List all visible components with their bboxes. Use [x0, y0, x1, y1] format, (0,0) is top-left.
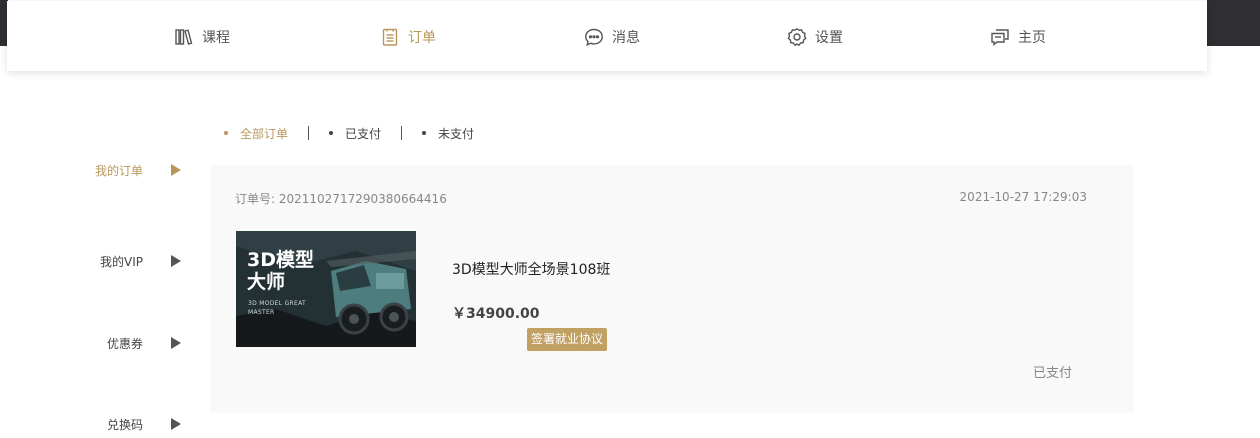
order-price: ￥34900.00 — [452, 306, 540, 322]
bullet-dot — [329, 131, 334, 135]
books-icon — [175, 29, 193, 45]
nav-label: 设置 — [815, 30, 843, 46]
order-number-value: 20211027172903806644​16 — [278, 192, 447, 206]
filter-all-orders[interactable]: 全部订单 — [224, 125, 288, 142]
play-arrow-icon — [171, 337, 181, 349]
divider — [308, 126, 310, 140]
filter-label: 全部订单 — [240, 126, 289, 141]
filter-label: 未支付 — [438, 126, 475, 141]
order-filter-tabs: 全部订单 已支付 未支付 — [224, 124, 474, 142]
play-arrow-icon — [171, 164, 181, 176]
thumbnail-title: 3D模型 大师 — [247, 249, 327, 293]
sidebar-item-label: 优惠券 — [106, 337, 143, 351]
payment-status: 已支付 — [1032, 366, 1072, 381]
sidebar-item-redeem-code[interactable]: 兑换码 — [0, 413, 185, 435]
thumbnail-title-line1: 3D模型 — [247, 249, 314, 271]
order-number: 订单号: 20211027172903806644​16 — [235, 190, 447, 207]
sidebar-item-coupons[interactable]: 优惠券 — [0, 332, 185, 354]
course-title[interactable]: 3D模型大师全场景108班 — [452, 259, 610, 279]
course-thumbnail[interactable]: 3D模型 大师 3D MODEL GREAT MASTER — [236, 231, 416, 347]
bullet-dot — [224, 131, 228, 135]
nav-item-courses[interactable]: 课程 — [174, 25, 230, 49]
divider — [401, 126, 403, 140]
sidebar-item-my-vip[interactable]: 我的VIP — [0, 250, 185, 272]
home-chat-icon — [991, 29, 1009, 46]
sidebar-item-label: 兑换码 — [106, 418, 143, 432]
gear-icon — [787, 27, 807, 47]
sidebar-item-my-orders[interactable]: 我的订单 — [0, 159, 185, 181]
nav-label: 消息 — [612, 30, 640, 46]
nav-label: 主页 — [1018, 30, 1046, 46]
nav-label: 订单 — [408, 30, 436, 46]
sidebar-item-label: 我的订单 — [94, 164, 143, 178]
order-number-label: 订单号: — [235, 192, 279, 206]
order-time: 2021-10-27 17:29:03 — [959, 190, 1087, 204]
clipboard-icon — [382, 28, 398, 46]
thumbnail-subtitle: 3D MODEL GREAT MASTER — [248, 300, 307, 316]
nav-item-messages[interactable]: 消息 — [584, 25, 640, 49]
sidebar-item-label: 我的VIP — [100, 255, 143, 269]
nav-item-home[interactable]: 主页 — [990, 25, 1046, 49]
nav-item-settings[interactable]: 设置 — [787, 25, 843, 49]
chat-bubble-icon — [585, 28, 603, 47]
order-card: 订单号: 20211027172903806644​16 2021-10-27 … — [210, 165, 1134, 413]
bullet-dot — [422, 131, 427, 135]
window-edge-right — [1207, 0, 1260, 46]
play-arrow-icon — [171, 255, 181, 267]
filter-label: 已支付 — [345, 126, 382, 141]
sign-employment-agreement-button[interactable]: 签署就业协议 — [527, 328, 608, 351]
filter-paid[interactable]: 已支付 — [329, 125, 381, 142]
top-nav: 课程 订单 消息 设置 主页 — [7, 1, 1207, 71]
thumbnail-title-line2: 大师 — [247, 271, 286, 293]
nav-label: 课程 — [202, 30, 230, 46]
play-arrow-icon — [171, 418, 181, 430]
filter-unpaid[interactable]: 未支付 — [422, 125, 474, 142]
nav-item-orders[interactable]: 订单 — [380, 25, 436, 49]
